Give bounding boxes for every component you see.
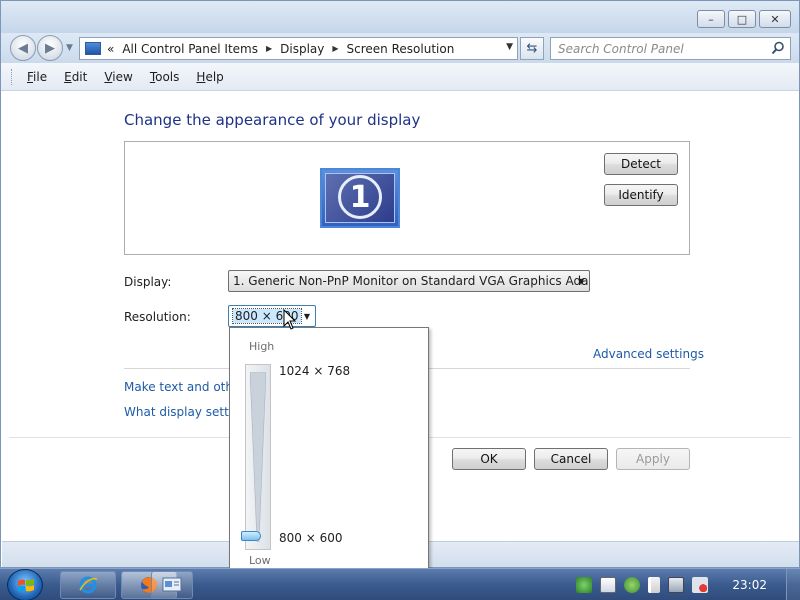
volume-muted-icon[interactable] <box>692 577 708 593</box>
title-bar[interactable]: – □ ✕ <box>1 1 799 33</box>
close-button[interactable]: ✕ <box>759 10 791 28</box>
back-arrow-icon: ◀ <box>18 40 28 56</box>
caption-buttons: – □ ✕ <box>697 10 791 28</box>
breadcrumb-overflow[interactable]: « <box>107 42 114 56</box>
breadcrumb-screen-resolution[interactable]: Screen Resolution <box>347 42 455 56</box>
back-button[interactable]: ◀ <box>10 35 36 61</box>
forward-button[interactable]: ▶ <box>37 35 63 61</box>
network-share-icon[interactable] <box>576 577 592 593</box>
menu-edit[interactable]: Edit <box>64 70 87 84</box>
text-size-link[interactable]: Make text and other <box>124 380 245 394</box>
display-preview: 1 Detect Identify <box>124 141 690 255</box>
chevron-down-icon: ▼ <box>577 277 584 286</box>
control-panel-window-icon <box>162 577 182 592</box>
menu-tools[interactable]: Tools <box>150 70 180 84</box>
windows-logo-icon <box>18 579 34 592</box>
apply-button: Apply <box>616 448 690 470</box>
slider-low-label: Low <box>249 554 271 567</box>
page-title: Change the appearance of your display <box>124 111 421 129</box>
menu-help[interactable]: Help <box>196 70 223 84</box>
security-shield-icon[interactable] <box>624 577 640 593</box>
resolution-option-800x600[interactable]: 800 × 600 <box>279 531 343 545</box>
resolution-option-1024x768[interactable]: 1024 × 768 <box>279 364 350 378</box>
address-dropdown-icon[interactable]: ▼ <box>506 42 513 52</box>
search-placeholder: Search Control Panel <box>558 41 684 56</box>
clock[interactable]: 23:02 <box>732 578 767 592</box>
resolution-label: Resolution: <box>124 310 191 324</box>
taskbar-control-panel[interactable] <box>151 571 193 599</box>
network-icon[interactable] <box>668 577 684 593</box>
refresh-button[interactable]: ⇆ <box>520 37 544 60</box>
display-select[interactable]: 1. Generic Non-PnP Monitor on Standard V… <box>228 270 590 292</box>
taskbar-internet-explorer[interactable] <box>60 571 116 599</box>
navigation-bar: ◀ ▶ ▼ « All Control Panel Items ▶ Displa… <box>1 33 799 63</box>
ok-button[interactable]: OK <box>452 448 526 470</box>
internet-explorer-icon <box>79 576 98 594</box>
monitor-screen: 1 <box>325 173 395 223</box>
slider-high-label: High <box>249 340 275 353</box>
menu-bar: File Edit View Tools Help <box>1 63 799 91</box>
nav-buttons: ◀ ▶ ▼ <box>10 35 73 61</box>
breadcrumb-separator-icon[interactable]: ▶ <box>332 44 338 53</box>
recent-pages-dropdown-icon[interactable]: ▼ <box>66 43 73 53</box>
menu-view[interactable]: View <box>104 70 132 84</box>
display-select-value: 1. Generic Non-PnP Monitor on Standard V… <box>233 274 590 288</box>
display-label: Display: <box>124 275 172 289</box>
monitor-1-icon[interactable]: 1 <box>320 168 400 228</box>
breadcrumb-display[interactable]: Display <box>280 42 324 56</box>
search-icon[interactable] <box>771 41 785 55</box>
cancel-button[interactable]: Cancel <box>534 448 608 470</box>
resolution-slider-wedge <box>250 372 266 542</box>
start-button[interactable] <box>7 569 43 600</box>
search-input[interactable]: Search Control Panel <box>550 37 791 60</box>
detect-button[interactable]: Detect <box>604 153 678 175</box>
identify-button[interactable]: Identify <box>604 184 678 206</box>
minimize-button[interactable]: – <box>697 10 725 28</box>
resolution-slider-thumb[interactable] <box>241 531 261 541</box>
mouse-cursor-icon <box>283 309 297 330</box>
address-bar[interactable]: « All Control Panel Items ▶ Display ▶ Sc… <box>79 37 518 60</box>
menu-file[interactable]: File <box>27 70 47 84</box>
taskbar: 23:02 <box>0 568 800 600</box>
resolution-dropdown: High 1024 × 768 800 × 600 Low <box>229 327 429 578</box>
breadcrumb-all-control-panel-items[interactable]: All Control Panel Items <box>122 42 258 56</box>
monitor-number: 1 <box>338 175 382 219</box>
maximize-button[interactable]: □ <box>728 10 756 28</box>
menu-grip <box>11 69 14 85</box>
resolution-select[interactable]: 800 × 600 ▼ <box>228 305 316 327</box>
document-icon[interactable] <box>600 577 616 593</box>
advanced-settings-link[interactable]: Advanced settings <box>593 347 704 361</box>
refresh-icon: ⇆ <box>526 41 538 56</box>
breadcrumb-separator-icon[interactable]: ▶ <box>266 44 272 53</box>
action-center-flag-icon[interactable] <box>648 577 660 593</box>
show-desktop-button[interactable] <box>786 569 800 600</box>
chevron-down-icon: ▼ <box>303 312 310 321</box>
forward-arrow-icon: ▶ <box>45 40 55 56</box>
control-panel-icon <box>85 42 101 55</box>
